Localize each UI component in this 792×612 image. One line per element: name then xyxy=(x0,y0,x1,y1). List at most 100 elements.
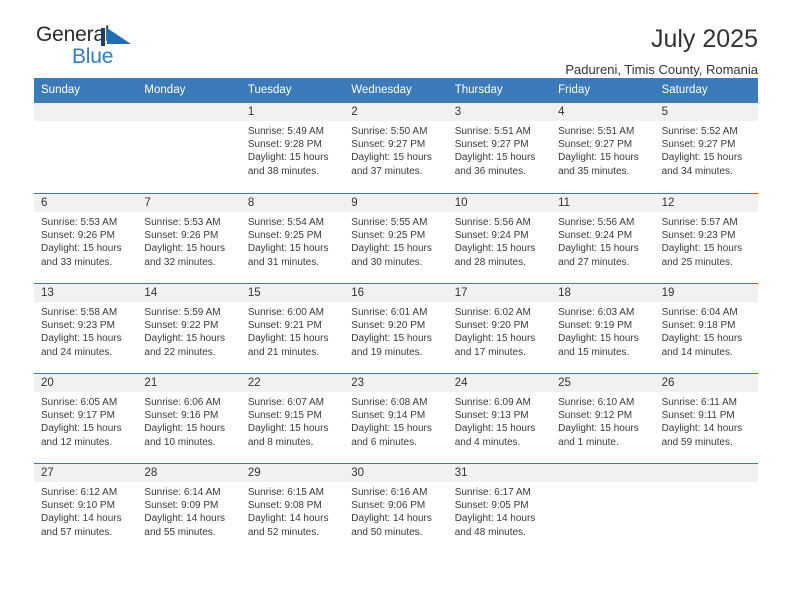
calendar-day-cell[interactable]: 6 Sunrise: 5:53 AM Sunset: 9:26 PM Daylight… xyxy=(34,193,138,283)
sunset-text: Sunset: 9:05 PM xyxy=(454,500,529,512)
day-details: Sunrise: 5:53 AM Sunset: 9:26 PM Daylight:… xyxy=(34,212,137,269)
blue-flag-triangle-icon xyxy=(101,28,131,46)
day-details: Sunrise: 6:17 AM Sunset: 9:05 PM Daylight:… xyxy=(448,482,551,539)
weekday-header-friday: Friday xyxy=(558,84,591,96)
daylight-text: Daylight: 14 hours and 59 minutes. xyxy=(661,423,743,448)
day-details: Sunrise: 5:57 AM Sunset: 9:23 PM Daylight:… xyxy=(655,212,758,269)
sunset-text: Sunset: 9:24 PM xyxy=(558,230,633,242)
logo-word-blue: Blue xyxy=(72,45,114,68)
daylight-text: Daylight: 15 hours and 32 minutes. xyxy=(144,243,226,268)
calendar-day-cell[interactable]: 18 Sunrise: 6:03 AM Sunset: 9:19 PM Dayligh… xyxy=(551,283,655,373)
calendar-day-cell[interactable]: 2 Sunrise: 5:50 AM Sunset: 9:27 PM Daylight… xyxy=(344,102,448,193)
day-number xyxy=(34,102,138,121)
calendar-day-cell[interactable]: 24 Sunrise: 6:09 AM Sunset: 9:13 PM Dayligh… xyxy=(447,373,552,463)
day-details: Sunrise: 5:50 AM Sunset: 9:27 PM Daylight:… xyxy=(344,121,447,178)
day-details: Sunrise: 5:49 AM Sunset: 9:28 PM Daylight:… xyxy=(241,121,344,178)
day-details: Sunrise: 5:51 AM Sunset: 9:27 PM Daylight:… xyxy=(551,121,654,178)
sunset-text: Sunset: 9:08 PM xyxy=(247,500,322,512)
calendar-day-cell[interactable]: 23 Sunrise: 6:08 AM Sunset: 9:14 PM Dayligh… xyxy=(344,373,448,463)
day-details: Sunrise: 5:52 AM Sunset: 9:27 PM Daylight:… xyxy=(655,121,758,178)
sunrise-text: Sunrise: 5:57 AM xyxy=(661,216,738,228)
general-blue-logo[interactable]: General Blue xyxy=(34,24,156,72)
calendar-day-cell[interactable]: 26 Sunrise: 6:11 AM Sunset: 9:11 PM Dayligh… xyxy=(654,373,758,463)
calendar-day-cell[interactable]: 20 Sunrise: 6:05 AM Sunset: 9:17 PM Dayligh… xyxy=(34,373,138,463)
day-details: Sunrise: 6:04 AM Sunset: 9:18 PM Daylight:… xyxy=(655,302,758,359)
day-number xyxy=(551,463,655,482)
day-number: 24 xyxy=(447,373,552,392)
calendar-day-cell[interactable]: 1 Sunrise: 5:49 AM Sunset: 9:28 PM Daylight… xyxy=(240,102,345,193)
calendar-day-cell[interactable]: 5 Sunrise: 5:52 AM Sunset: 9:27 PM Daylight… xyxy=(654,102,758,193)
sunrise-text: Sunrise: 6:14 AM xyxy=(144,486,221,498)
calendar-day-cell[interactable]: 3 Sunrise: 5:51 AM Sunset: 9:27 PM Daylight… xyxy=(447,102,552,193)
sunset-text: Sunset: 9:06 PM xyxy=(351,500,426,512)
day-number: 30 xyxy=(344,463,448,482)
day-number: 23 xyxy=(344,373,448,392)
calendar-day-cell[interactable]: 11 Sunrise: 5:56 AM Sunset: 9:24 PM Dayligh… xyxy=(551,193,655,283)
daylight-text: Daylight: 15 hours and 33 minutes. xyxy=(41,243,122,268)
calendar-day-cell[interactable]: 21 Sunrise: 6:06 AM Sunset: 9:16 PM Dayligh… xyxy=(137,373,241,463)
calendar-day-cell[interactable]: 19 Sunrise: 6:04 AM Sunset: 9:18 PM Dayligh… xyxy=(654,283,758,373)
calendar-day-cell[interactable]: 10 Sunrise: 5:56 AM Sunset: 9:24 PM Dayligh… xyxy=(447,193,552,283)
calendar-day-cell[interactable]: 7 Sunrise: 5:53 AM Sunset: 9:26 PM Daylight… xyxy=(137,193,241,283)
calendar-day-cell[interactable]: 27 Sunrise: 6:12 AM Sunset: 9:10 PM Dayligh… xyxy=(34,463,138,553)
calendar-grid: Sunday Monday Tuesday Wednesday Thursday Frid… xyxy=(34,78,758,553)
calendar-day-cell[interactable]: 8 Sunrise: 5:54 AM Sunset: 9:25 PM Daylight… xyxy=(240,193,345,283)
sunset-text: Sunset: 9:12 PM xyxy=(558,410,633,422)
weekday-header-monday: Monday xyxy=(144,84,186,96)
calendar-day-cell[interactable]: 14 Sunrise: 5:59 AM Sunset: 9:22 PM Dayligh… xyxy=(137,283,241,373)
day-number: 19 xyxy=(654,283,758,302)
sunset-text: Sunset: 9:26 PM xyxy=(41,230,115,242)
daylight-text: Daylight: 15 hours and 31 minutes. xyxy=(247,243,329,268)
day-number: 10 xyxy=(447,193,552,212)
calendar-day-cell[interactable]: 13 Sunrise: 5:58 AM Sunset: 9:23 PM Dayligh… xyxy=(34,283,138,373)
daylight-text: Daylight: 15 hours and 14 minutes. xyxy=(661,333,743,358)
calendar-day-cell[interactable]: 28 Sunrise: 6:14 AM Sunset: 9:09 PM Dayligh… xyxy=(137,463,241,553)
sunset-text: Sunset: 9:23 PM xyxy=(41,320,115,332)
calendar-day-cell[interactable]: 16 Sunrise: 6:01 AM Sunset: 9:20 PM Dayligh… xyxy=(344,283,448,373)
weekday-header-saturday: Saturday xyxy=(661,84,708,96)
sunrise-text: Sunrise: 5:51 AM xyxy=(558,125,635,137)
day-number xyxy=(654,463,758,482)
sunrise-text: Sunrise: 6:04 AM xyxy=(661,306,738,318)
calendar-day-cell[interactable]: 30 Sunrise: 6:16 AM Sunset: 9:06 PM Dayligh… xyxy=(344,463,448,553)
sunrise-text: Sunrise: 6:02 AM xyxy=(454,306,531,318)
sunrise-text: Sunrise: 6:09 AM xyxy=(454,396,531,408)
page-title: July 2025 xyxy=(650,25,758,53)
day-details: Sunrise: 6:07 AM Sunset: 9:15 PM Daylight:… xyxy=(241,392,344,449)
calendar-day-cell-empty xyxy=(137,102,241,193)
calendar-day-cell[interactable]: 29 Sunrise: 6:15 AM Sunset: 9:08 PM Dayligh… xyxy=(240,463,345,553)
sunrise-text: Sunrise: 6:01 AM xyxy=(351,306,428,318)
daylight-text: Daylight: 15 hours and 17 minutes. xyxy=(454,333,536,358)
sunset-text: Sunset: 9:13 PM xyxy=(454,410,529,422)
sunset-text: Sunset: 9:19 PM xyxy=(558,320,633,332)
day-number: 3 xyxy=(447,102,552,121)
daylight-text: Daylight: 15 hours and 36 minutes. xyxy=(454,152,536,177)
day-number: 31 xyxy=(447,463,552,482)
calendar-day-cell[interactable]: 22 Sunrise: 6:07 AM Sunset: 9:15 PM Dayligh… xyxy=(240,373,345,463)
weekday-header-thursday: Thursday xyxy=(454,84,503,96)
calendar-day-cell[interactable]: 15 Sunrise: 6:00 AM Sunset: 9:21 PM Dayligh… xyxy=(240,283,345,373)
sunset-text: Sunset: 9:14 PM xyxy=(351,410,426,422)
calendar-day-cell[interactable]: 9 Sunrise: 5:55 AM Sunset: 9:25 PM Daylight… xyxy=(344,193,448,283)
day-details: Sunrise: 5:55 AM Sunset: 9:25 PM Daylight:… xyxy=(344,212,447,269)
calendar-day-cell-empty xyxy=(34,102,138,193)
sunrise-text: Sunrise: 5:50 AM xyxy=(351,125,428,137)
sunset-text: Sunset: 9:15 PM xyxy=(247,410,322,422)
calendar-day-cell[interactable]: 12 Sunrise: 5:57 AM Sunset: 9:23 PM Dayligh… xyxy=(654,193,758,283)
day-number: 4 xyxy=(551,102,655,121)
calendar-day-cell[interactable]: 17 Sunrise: 6:02 AM Sunset: 9:20 PM Dayligh… xyxy=(447,283,552,373)
daylight-text: Daylight: 14 hours and 50 minutes. xyxy=(351,513,432,538)
calendar-day-cell[interactable]: 31 Sunrise: 6:17 AM Sunset: 9:05 PM Dayligh… xyxy=(447,463,552,553)
calendar-day-cell[interactable]: 25 Sunrise: 6:10 AM Sunset: 9:12 PM Dayligh… xyxy=(551,373,655,463)
sunrise-text: Sunrise: 5:56 AM xyxy=(558,216,635,228)
day-details: Sunrise: 6:11 AM Sunset: 9:11 PM Daylight:… xyxy=(655,392,758,449)
day-details: Sunrise: 5:59 AM Sunset: 9:22 PM Daylight:… xyxy=(137,302,240,359)
day-number: 1 xyxy=(240,102,345,121)
calendar-day-cell[interactable]: 4 Sunrise: 5:51 AM Sunset: 9:27 PM Daylight… xyxy=(551,102,655,193)
sunrise-text: Sunrise: 6:07 AM xyxy=(247,396,324,408)
day-number: 18 xyxy=(551,283,655,302)
day-number xyxy=(137,102,241,121)
sunset-text: Sunset: 9:23 PM xyxy=(661,230,736,242)
daylight-text: Daylight: 15 hours and 12 minutes. xyxy=(41,423,122,448)
sunset-text: Sunset: 9:27 PM xyxy=(454,139,529,151)
